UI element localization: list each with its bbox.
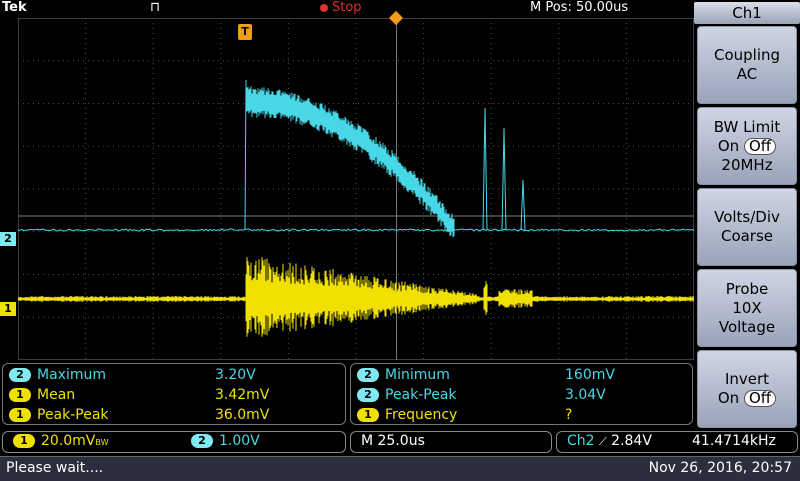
probe-type: Voltage — [698, 318, 796, 337]
acquisition-mode-icon: ⊓ — [150, 0, 160, 15]
ch2-marker-label: 2 — [4, 232, 12, 245]
measurement-panel-left: 2 Maximum 3.20V 1 Mean 3.42mV 1 Peak-Peak 3… — [2, 363, 346, 425]
bw-limit-value: 20MHz — [698, 156, 796, 175]
measurement-row: 2 Peak-Peak 3.04V — [357, 385, 687, 405]
probe-label: Probe — [698, 280, 796, 299]
coupling-label: Coupling — [698, 46, 796, 65]
trigger-marker-label: T — [241, 25, 249, 38]
channel-badge: 2 — [9, 368, 31, 382]
measurement-name: Peak-Peak — [37, 407, 109, 423]
bw-limit-label: BW Limit — [698, 118, 796, 137]
side-menu-title: Ch1 — [694, 2, 800, 24]
invert-toggle[interactable]: On Off — [698, 389, 796, 408]
channel-badge: 2 — [357, 368, 379, 382]
run-stop-status: Stop — [320, 0, 362, 15]
bw-on-option: On — [718, 137, 739, 155]
channel-badge: 1 — [9, 408, 31, 422]
ch1-bw-limit-mark: BW — [95, 438, 108, 447]
stop-indicator-icon — [320, 4, 328, 12]
measurement-value: 3.04V — [565, 385, 606, 405]
ch2-scale-badge: 2 — [191, 434, 213, 448]
ch1-scale-badge: 1 — [13, 434, 35, 448]
measurement-row: 1 Mean 3.42mV — [9, 385, 339, 405]
bw-limit-toggle[interactable]: On Off — [698, 137, 796, 156]
trigger-source: Ch2 — [567, 433, 595, 449]
trigger-level: 2.84V — [611, 433, 652, 449]
measurement-value: 36.0mV — [215, 405, 269, 425]
status-bar: Please wait.... Nov 26, 2016, 20:57 — [0, 456, 800, 481]
status-message: Please wait.... — [6, 457, 103, 479]
trigger-readout[interactable]: Ch2 ⟋ 2.84V 41.4714kHz — [556, 431, 798, 453]
measurement-value: 3.42mV — [215, 385, 269, 405]
trigger-position-marker[interactable]: T — [238, 24, 252, 40]
measurement-name: Maximum — [37, 367, 106, 383]
volts-div-button[interactable]: Volts/Div Coarse — [697, 188, 797, 266]
measurement-row: 1 Peak-Peak 36.0mV — [9, 405, 339, 425]
measurement-value: 3.20V — [215, 365, 256, 385]
invert-off-option: Off — [744, 390, 776, 407]
ch2-volts-div: 1.00V — [219, 433, 260, 449]
brand-label: Tek — [2, 0, 27, 15]
measurement-name: Minimum — [385, 367, 450, 383]
timebase-value: M 25.0us — [361, 433, 425, 449]
channel-badge: 1 — [9, 388, 31, 402]
measurement-row: 2 Maximum 3.20V — [9, 365, 339, 385]
ch1-marker-label: 1 — [4, 302, 12, 315]
timebase-readout[interactable]: M 25.0us — [350, 431, 552, 453]
measurement-name: Mean — [37, 387, 75, 403]
trigger-slope-icon: ⟋ — [599, 435, 607, 448]
channel-badge: 1 — [357, 408, 379, 422]
measurement-panel-right: 2 Minimum 160mV 2 Peak-Peak 3.04V 1 Frequen… — [350, 363, 693, 425]
probe-button[interactable]: Probe 10X Voltage — [697, 269, 797, 347]
coupling-value: AC — [698, 65, 796, 84]
vertical-scale-readout[interactable]: 1 20.0mVBW 2 1.00V — [2, 431, 346, 453]
ch1-ground-marker[interactable]: 1 — [0, 302, 16, 316]
invert-on-option: On — [718, 389, 739, 407]
ch2-ground-marker[interactable]: 2 — [0, 232, 16, 246]
run-state-label: Stop — [332, 0, 362, 15]
measurement-name: Peak-Peak — [385, 387, 457, 403]
measurement-value: ? — [565, 405, 572, 425]
waveform-graticule — [18, 18, 694, 360]
volts-div-label: Volts/Div — [698, 208, 796, 227]
ch1-volts-div: 20.0mV — [41, 433, 95, 449]
volts-div-value: Coarse — [698, 227, 796, 246]
measurement-name: Frequency — [385, 407, 457, 423]
coupling-button[interactable]: Coupling AC — [697, 26, 797, 104]
invert-label: Invert — [698, 370, 796, 389]
trigger-frequency: 41.4714kHz — [692, 432, 776, 450]
measurement-row: 1 Frequency ? — [357, 405, 687, 425]
measurement-row: 2 Minimum 160mV — [357, 365, 687, 385]
probe-attenuation: 10X — [698, 299, 796, 318]
bw-limit-button[interactable]: BW Limit On Off 20MHz — [697, 107, 797, 185]
invert-button[interactable]: Invert On Off — [697, 350, 797, 428]
date-time: Nov 26, 2016, 20:57 — [649, 457, 792, 479]
channel-badge: 2 — [357, 388, 379, 402]
horizontal-position-readout: M Pos: 50.00us — [530, 0, 628, 15]
bw-off-option: Off — [744, 138, 776, 155]
measurement-value: 160mV — [565, 365, 615, 385]
